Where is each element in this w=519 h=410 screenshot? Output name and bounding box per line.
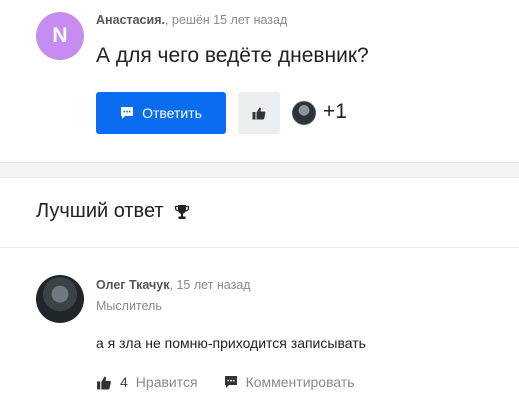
liker-avatar[interactable] (292, 101, 316, 125)
answer-actions: 4 Нравится Комментировать (96, 374, 355, 390)
question-author-name[interactable]: Анастасия. (96, 13, 165, 27)
thumbs-up-icon (252, 107, 266, 120)
answer-author-rank: Мыслитель (96, 299, 162, 313)
question-meta-time: , решён 15 лет назад (164, 13, 288, 27)
like-button[interactable] (238, 92, 280, 134)
chat-bubble-icon (121, 107, 134, 119)
best-answer-heading-text: Лучший ответ (36, 200, 164, 222)
answer-button-label: Ответить (142, 105, 202, 121)
question-title: А для чего ведёте дневник? (96, 44, 369, 67)
answer-author-avatar[interactable] (36, 275, 84, 323)
answer-like-count: 4 (120, 374, 128, 390)
section-divider (0, 162, 519, 178)
answer-like-button[interactable]: 4 Нравится (96, 374, 198, 390)
best-answer-heading: Лучший ответ (36, 200, 190, 223)
thumbs-up-icon (97, 376, 111, 389)
comment-icon (224, 376, 237, 388)
question-card: N Анастасия., решён 15 лет назад А для ч… (0, 0, 519, 162)
answer-button[interactable]: Ответить (96, 92, 226, 134)
answer-meta: Олег Ткачук, 15 лет назад (96, 278, 251, 292)
question-like-count: +1 (323, 100, 347, 123)
divider-line (0, 247, 519, 248)
question-meta: Анастасия., решён 15 лет назад (96, 13, 287, 27)
answer-author-name[interactable]: Олег Ткачук (96, 278, 170, 292)
answer-text: а я зла не помню-приходится записывать (96, 335, 366, 351)
comment-label: Комментировать (245, 374, 355, 390)
answer-like-label: Нравится (135, 374, 198, 390)
trophy-icon (174, 204, 189, 219)
question-author-avatar[interactable]: N (36, 12, 84, 60)
comment-button[interactable]: Комментировать (224, 374, 355, 390)
answer-meta-time: , 15 лет назад (169, 278, 251, 292)
